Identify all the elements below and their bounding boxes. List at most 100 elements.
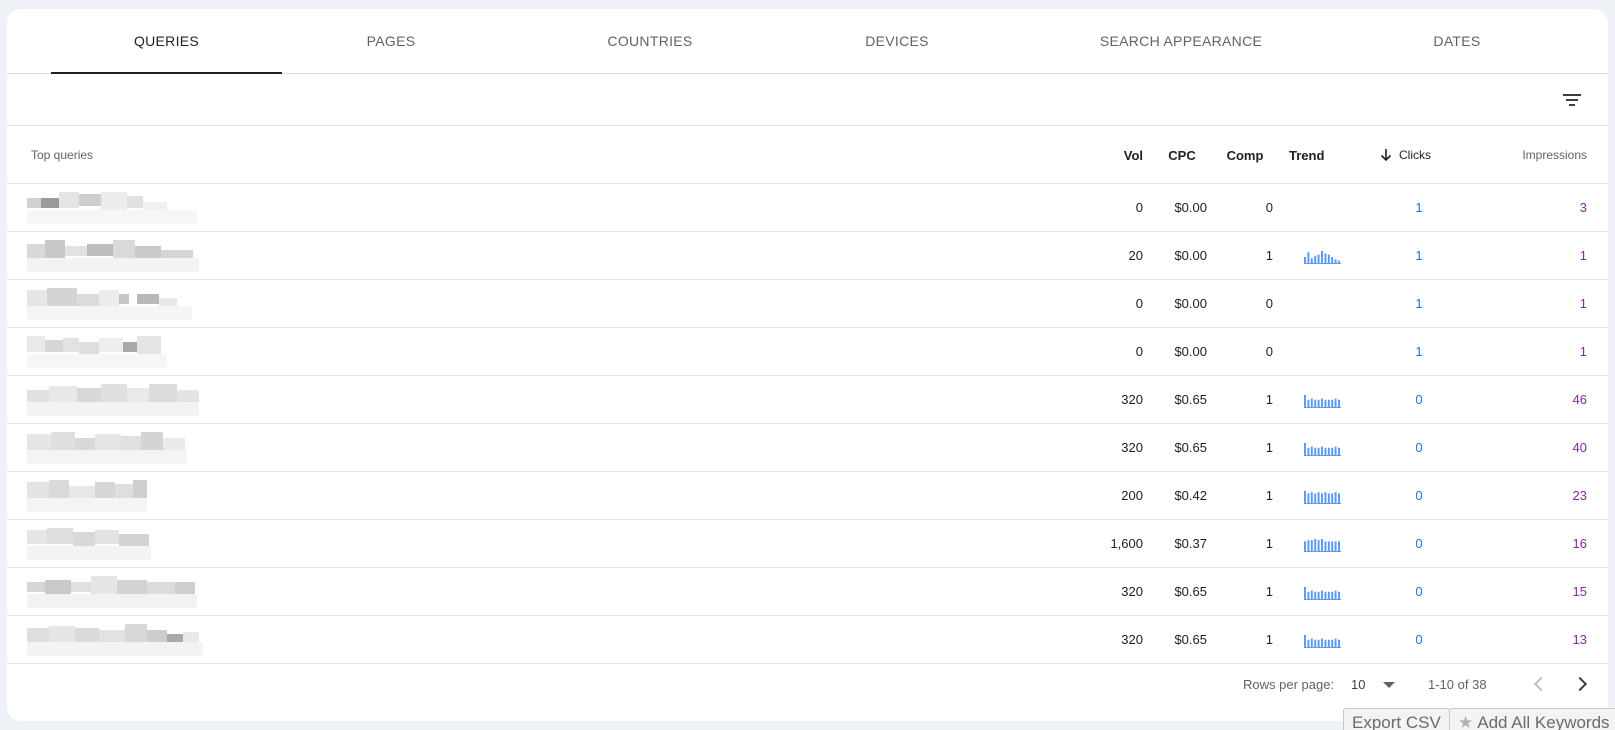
cell-clicks[interactable]: 0 bbox=[1399, 568, 1439, 615]
blurred-query[interactable] bbox=[27, 528, 209, 566]
table-row[interactable]: 320 $0.65 1 0 15 bbox=[7, 568, 1608, 616]
table-row[interactable]: 20 $0.00 1 1 1 bbox=[7, 232, 1608, 280]
header-top-queries[interactable]: Top queries bbox=[31, 126, 93, 184]
cell-clicks[interactable]: 0 bbox=[1399, 520, 1439, 567]
cell-impressions[interactable]: 3 bbox=[1507, 184, 1587, 231]
trend-bar bbox=[1324, 253, 1327, 263]
blurred-query[interactable] bbox=[27, 576, 209, 614]
trend-bar bbox=[1331, 399, 1334, 407]
table-row[interactable]: 0 $0.00 0 1 1 bbox=[7, 328, 1608, 376]
table-row[interactable]: 1,600 $0.37 1 0 16 bbox=[7, 520, 1608, 568]
cell-vol: 0 bbox=[1135, 296, 1143, 311]
page-range: 1-10 of 38 bbox=[1428, 677, 1487, 692]
cell-impressions[interactable]: 23 bbox=[1507, 472, 1587, 519]
header-vol[interactable]: Vol bbox=[1103, 126, 1143, 184]
table-row[interactable]: 320 $0.65 1 0 46 bbox=[7, 376, 1608, 424]
blurred-query[interactable] bbox=[27, 192, 209, 230]
prev-page-icon[interactable] bbox=[1527, 672, 1551, 696]
blurred-query[interactable] bbox=[27, 336, 209, 374]
header-cpc[interactable]: CPC bbox=[1157, 126, 1207, 184]
performance-card: QUERIES PAGES COUNTRIES DEVICES SEARCH A… bbox=[7, 9, 1608, 721]
cell-comp: 1 bbox=[1265, 392, 1273, 407]
arrow-down-icon bbox=[1380, 149, 1392, 162]
trend-bar bbox=[1314, 539, 1317, 551]
cell-clicks[interactable]: 0 bbox=[1399, 376, 1439, 423]
trend-sparkline bbox=[1304, 586, 1342, 600]
add-all-keywords-button[interactable]: ★ Add All Keywords bbox=[1449, 708, 1615, 730]
header-clicks[interactable]: Clicks bbox=[1379, 126, 1439, 184]
cell-cpc: $0.42 bbox=[1174, 488, 1207, 503]
table-row[interactable]: 200 $0.42 1 0 23 bbox=[7, 472, 1608, 520]
table-row[interactable]: 320 $0.65 1 0 40 bbox=[7, 424, 1608, 472]
cell-vol: 320 bbox=[1121, 584, 1143, 599]
trend-bar bbox=[1331, 257, 1334, 263]
table-row[interactable]: 0 $0.00 0 1 3 bbox=[7, 184, 1608, 232]
tab-queries[interactable]: QUERIES bbox=[51, 9, 282, 74]
trend-bar bbox=[1304, 587, 1306, 599]
blurred-query[interactable] bbox=[27, 432, 209, 470]
cell-vol: 200 bbox=[1121, 488, 1143, 503]
cell-impressions[interactable]: 13 bbox=[1507, 616, 1587, 663]
tab-pages[interactable]: PAGES bbox=[306, 9, 476, 73]
blurred-query[interactable] bbox=[27, 240, 209, 278]
next-page-icon[interactable] bbox=[1570, 672, 1594, 696]
blurred-query[interactable] bbox=[27, 480, 209, 518]
cell-cpc: $0.65 bbox=[1174, 392, 1207, 407]
trend-bar bbox=[1304, 443, 1306, 455]
trend-bar bbox=[1307, 540, 1310, 551]
tab-devices[interactable]: DEVICES bbox=[797, 9, 997, 73]
filter-list-icon[interactable] bbox=[1560, 88, 1584, 112]
trend-baseline bbox=[1304, 503, 1341, 504]
header-impressions[interactable]: Impressions bbox=[1483, 126, 1587, 184]
header-trend[interactable]: Trend bbox=[1289, 126, 1339, 184]
trend-bar bbox=[1317, 492, 1320, 503]
trend-bar bbox=[1324, 639, 1327, 647]
tab-countries[interactable]: COUNTRIES bbox=[547, 9, 753, 73]
table-row[interactable]: 320 $0.65 1 0 13 bbox=[7, 616, 1608, 664]
cell-vol: 20 bbox=[1128, 248, 1143, 263]
filter-bar bbox=[7, 74, 1608, 126]
trend-bar bbox=[1321, 638, 1323, 647]
cell-comp: 1 bbox=[1265, 584, 1273, 599]
cell-clicks[interactable]: 0 bbox=[1399, 472, 1439, 519]
tab-dates[interactable]: DATES bbox=[1352, 9, 1562, 73]
dropdown-caret-icon bbox=[1383, 682, 1395, 688]
export-csv-button[interactable]: Export CSV bbox=[1343, 708, 1450, 730]
trend-bar bbox=[1327, 447, 1330, 455]
export-csv-label: Export CSV bbox=[1352, 713, 1441, 730]
trend-bar bbox=[1331, 493, 1334, 503]
trend-bar bbox=[1317, 447, 1320, 455]
blurred-query[interactable] bbox=[27, 624, 209, 662]
trend-bar bbox=[1331, 447, 1334, 455]
rows-per-page-select[interactable]: 10 bbox=[1351, 677, 1395, 695]
trend-bar bbox=[1338, 639, 1340, 647]
blurred-query[interactable] bbox=[27, 384, 209, 422]
cell-comp: 0 bbox=[1265, 200, 1273, 215]
cell-cpc: $0.65 bbox=[1174, 440, 1207, 455]
trend-bar bbox=[1327, 639, 1330, 647]
table-row[interactable]: 0 $0.00 0 1 1 bbox=[7, 280, 1608, 328]
cell-clicks[interactable]: 1 bbox=[1399, 184, 1439, 231]
trend-bar bbox=[1321, 251, 1323, 263]
trend-bar bbox=[1304, 541, 1306, 551]
trend-bar bbox=[1307, 252, 1310, 263]
cell-impressions[interactable]: 1 bbox=[1507, 280, 1587, 327]
header-comp[interactable]: Comp bbox=[1217, 126, 1273, 184]
cell-clicks[interactable]: 1 bbox=[1399, 328, 1439, 375]
cell-clicks[interactable]: 1 bbox=[1399, 280, 1439, 327]
cell-clicks[interactable]: 0 bbox=[1399, 424, 1439, 471]
trend-bar bbox=[1307, 493, 1310, 503]
rows-per-page-label: Rows per page: bbox=[1243, 677, 1335, 692]
tab-search-appearance[interactable]: SEARCH APPEARANCE bbox=[1047, 9, 1315, 73]
trend-bar bbox=[1314, 591, 1317, 599]
trend-bar bbox=[1317, 399, 1320, 407]
cell-impressions[interactable]: 16 bbox=[1507, 520, 1587, 567]
cell-clicks[interactable]: 0 bbox=[1399, 616, 1439, 663]
cell-impressions[interactable]: 46 bbox=[1507, 376, 1587, 423]
cell-impressions[interactable]: 1 bbox=[1507, 232, 1587, 279]
cell-clicks[interactable]: 1 bbox=[1399, 232, 1439, 279]
cell-impressions[interactable]: 40 bbox=[1507, 424, 1587, 471]
blurred-query[interactable] bbox=[27, 288, 209, 326]
cell-impressions[interactable]: 15 bbox=[1507, 568, 1587, 615]
cell-impressions[interactable]: 1 bbox=[1507, 328, 1587, 375]
